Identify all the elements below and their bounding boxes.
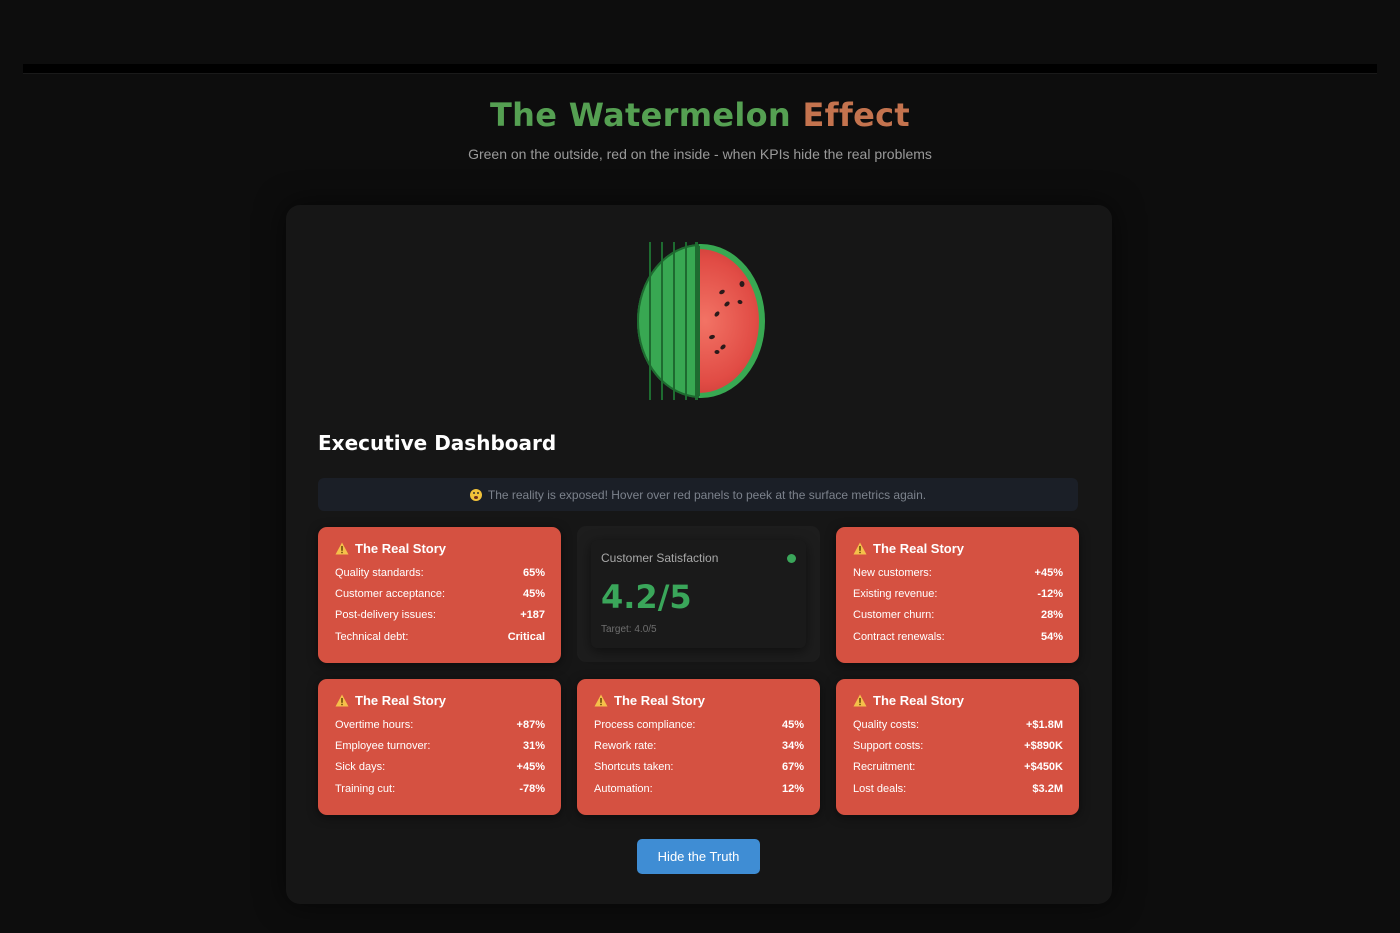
metric-value: +$1.8M bbox=[1026, 718, 1063, 731]
metric-label: Technical debt: bbox=[335, 630, 409, 643]
real-story-card-revenue[interactable]: The Real Story New customers: +45% Existi… bbox=[836, 527, 1079, 663]
metric-row: Support costs: +$890K bbox=[853, 735, 1063, 756]
metric-row: Recruitment: +$450K bbox=[853, 757, 1063, 778]
metric-label: Automation: bbox=[594, 782, 653, 795]
card-heading: The Real Story bbox=[873, 692, 965, 708]
metric-value: $3.2M bbox=[1032, 782, 1063, 795]
metric-value: 28% bbox=[1040, 609, 1063, 622]
card-heading: The Real Story bbox=[873, 540, 965, 556]
metric-row: New customers: +45% bbox=[853, 562, 1063, 583]
real-story-card-quality[interactable]: The Real Story Quality standards: 65% Cus… bbox=[318, 527, 561, 663]
metric-label: Quality costs: bbox=[853, 718, 920, 731]
metric-label: Sick days: bbox=[335, 761, 386, 774]
real-story-card-workforce[interactable]: The Real Story Overtime hours: +87% Emplo… bbox=[318, 679, 561, 815]
page-title-orange: Effect bbox=[802, 96, 910, 134]
metric-label: Post-delivery issues: bbox=[335, 609, 436, 622]
warning-triangle-icon bbox=[594, 694, 608, 706]
kpi-value: 4.2/5 bbox=[601, 578, 692, 616]
real-story-card-costs[interactable]: The Real Story Quality costs: +$1.8M Supp… bbox=[836, 679, 1079, 815]
metric-value: 67% bbox=[781, 761, 804, 774]
metric-row: Post-delivery issues: +187 bbox=[335, 605, 545, 626]
metric-row: Employee turnover: 31% bbox=[335, 735, 545, 756]
metric-row: Overtime hours: +87% bbox=[335, 714, 545, 735]
metric-value: +45% bbox=[1034, 566, 1063, 579]
metric-row: Lost deals: $3.2M bbox=[853, 778, 1063, 799]
metric-label: Existing revenue: bbox=[853, 587, 938, 600]
metric-value: 12% bbox=[781, 782, 804, 795]
status-dot-icon bbox=[787, 554, 796, 563]
shocked-face-icon bbox=[469, 488, 482, 501]
metric-row: Customer churn: 28% bbox=[853, 605, 1063, 626]
warning-triangle-icon bbox=[853, 542, 867, 554]
metric-value: -78% bbox=[519, 782, 545, 795]
hide-truth-button[interactable]: Hide the Truth bbox=[637, 839, 760, 874]
metric-value: +45% bbox=[516, 761, 545, 774]
card-header: The Real Story bbox=[335, 692, 545, 708]
status-notice: The reality is exposed! Hover over red p… bbox=[318, 478, 1078, 511]
metric-row: Rework rate: 34% bbox=[594, 735, 804, 756]
metric-value: +$890K bbox=[1024, 739, 1063, 752]
warning-triangle-icon bbox=[853, 694, 867, 706]
metric-row: Quality standards: 65% bbox=[335, 562, 545, 583]
kpi-target: Target: 4.0/5 bbox=[601, 624, 657, 635]
real-story-card-process[interactable]: The Real Story Process compliance: 45% Re… bbox=[577, 679, 820, 815]
card-header: The Real Story bbox=[335, 540, 545, 556]
metric-value: 31% bbox=[522, 739, 545, 752]
metric-value: 45% bbox=[522, 587, 545, 600]
metric-value: +87% bbox=[516, 718, 545, 731]
metric-value: Critical bbox=[507, 630, 545, 643]
card-header: The Real Story bbox=[853, 540, 1063, 556]
metric-row: Technical debt: Critical bbox=[335, 626, 545, 647]
metric-row: Existing revenue: -12% bbox=[853, 583, 1063, 604]
metric-value: 54% bbox=[1040, 630, 1063, 643]
metric-label: Quality standards: bbox=[335, 566, 424, 579]
metric-value: 45% bbox=[781, 718, 804, 731]
metric-value: -12% bbox=[1037, 587, 1063, 600]
metric-label: New customers: bbox=[853, 566, 932, 579]
metric-label: Rework rate: bbox=[594, 739, 657, 752]
card-header: The Real Story bbox=[594, 692, 804, 708]
metric-label: Support costs: bbox=[853, 739, 924, 752]
metric-row: Shortcuts taken: 67% bbox=[594, 757, 804, 778]
metric-row: Customer acceptance: 45% bbox=[335, 583, 545, 604]
watermelon-icon bbox=[637, 242, 765, 400]
top-bar bbox=[23, 64, 1377, 74]
metric-label: Process compliance: bbox=[594, 718, 696, 731]
metric-row: Training cut: -78% bbox=[335, 778, 545, 799]
metric-label: Overtime hours: bbox=[335, 718, 414, 731]
card-heading: The Real Story bbox=[355, 692, 447, 708]
card-heading: The Real Story bbox=[355, 540, 447, 556]
kpi-label: Customer Satisfaction bbox=[601, 551, 719, 565]
kpi-card-customer-satisfaction[interactable]: Customer Satisfaction 4.2/5 Target: 4.0/… bbox=[577, 526, 820, 662]
metric-label: Customer acceptance: bbox=[335, 587, 446, 600]
metric-value: +187 bbox=[520, 609, 545, 622]
warning-triangle-icon bbox=[335, 694, 349, 706]
metric-row: Sick days: +45% bbox=[335, 757, 545, 778]
metric-label: Customer churn: bbox=[853, 609, 935, 622]
dashboard-panel: Executive Dashboard The reality is expos… bbox=[286, 205, 1112, 904]
kpi-inner: Customer Satisfaction 4.2/5 Target: 4.0/… bbox=[591, 540, 806, 648]
status-notice-text: The reality is exposed! Hover over red p… bbox=[487, 487, 927, 502]
page-subtitle: Green on the outside, red on the inside … bbox=[468, 146, 932, 162]
metric-label: Contract renewals: bbox=[853, 630, 945, 643]
metric-label: Training cut: bbox=[335, 782, 396, 795]
metric-label: Employee turnover: bbox=[335, 739, 431, 752]
metric-value: 34% bbox=[781, 739, 804, 752]
metric-value: +$450K bbox=[1024, 761, 1063, 774]
dashboard-title: Executive Dashboard bbox=[318, 431, 557, 455]
card-header: The Real Story bbox=[853, 692, 1063, 708]
metric-row: Contract renewals: 54% bbox=[853, 626, 1063, 647]
metric-row: Quality costs: +$1.8M bbox=[853, 714, 1063, 735]
metric-value: 65% bbox=[522, 566, 545, 579]
metric-label: Lost deals: bbox=[853, 782, 907, 795]
metric-label: Recruitment: bbox=[853, 761, 916, 774]
page-title: The Watermelon Effect bbox=[0, 96, 1400, 134]
warning-triangle-icon bbox=[335, 542, 349, 554]
page-title-green: The Watermelon bbox=[490, 96, 792, 134]
metric-row: Automation: 12% bbox=[594, 778, 804, 799]
card-heading: The Real Story bbox=[614, 692, 706, 708]
metric-row: Process compliance: 45% bbox=[594, 714, 804, 735]
metric-label: Shortcuts taken: bbox=[594, 761, 674, 774]
